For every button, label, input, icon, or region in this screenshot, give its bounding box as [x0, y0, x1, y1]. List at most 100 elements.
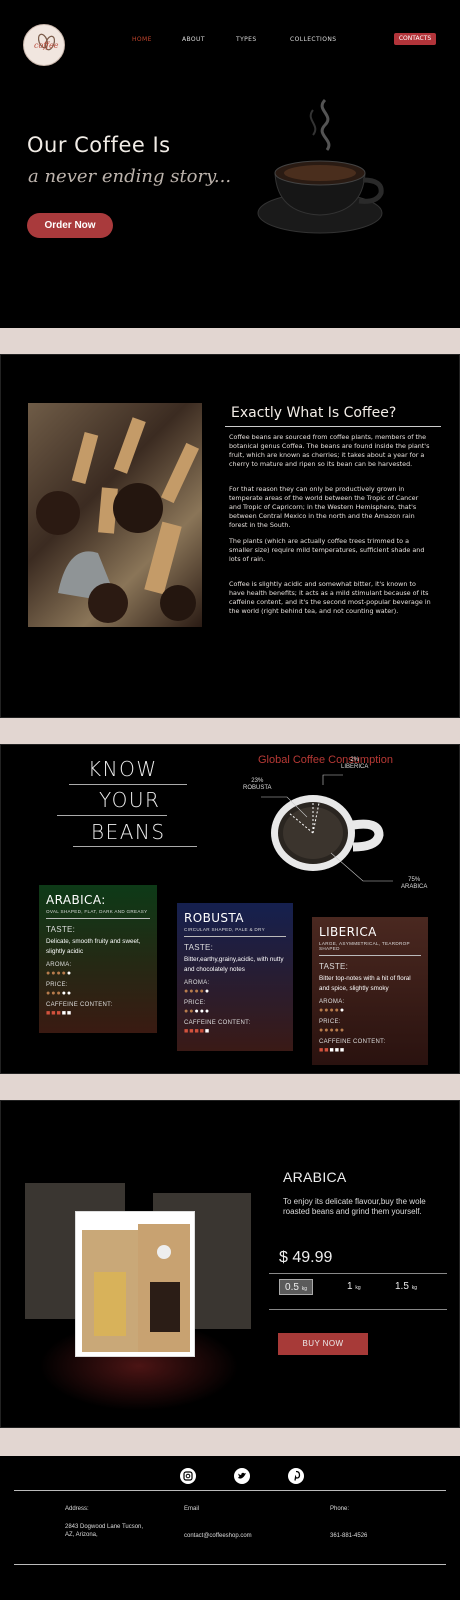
size-value: 1.5 — [395, 1281, 409, 1292]
card-title: ARABICA: — [46, 893, 106, 907]
taste-label: TASTE: — [184, 943, 214, 952]
hero-section: coffee HOME ABOUT TYPES COLLECTIONS CONT… — [0, 0, 460, 328]
footer: Address: 2843 Dogwood Lane Tucson, AZ, A… — [0, 1456, 460, 1600]
arabica-share: 75% ARABICA — [401, 877, 427, 891]
size-value: 1 — [347, 1281, 353, 1292]
phone-label: Phone: — [330, 1506, 350, 1512]
size-unit: kg — [355, 1285, 361, 1291]
pointer-liberica — [322, 774, 343, 785]
footer-divider — [14, 1564, 446, 1565]
about-title: Exactly What Is Coffee? — [231, 405, 397, 421]
size-option-selected[interactable]: 0.5 kg — [279, 1279, 313, 1295]
size-option[interactable]: 1 kg — [347, 1281, 361, 1292]
robusta-percent: 23% — [251, 778, 264, 784]
size-unit: kg — [301, 1286, 307, 1292]
robusta-share: 23% ROBUSTA — [243, 778, 272, 792]
caffeine-rating-icon: ■■■■■ — [319, 1047, 346, 1054]
nav-types[interactable]: TYPES — [236, 36, 257, 43]
caffeine-label: CAFFEINE CONTENT: — [319, 1039, 386, 1045]
caffeine-rating-icon: ■■■■■ — [184, 1028, 211, 1035]
card-shape: LARGE, ASYMMETRICAL, TEARDROP SHAPED — [319, 941, 421, 956]
heading-your: YOUR — [99, 788, 161, 812]
order-now-button[interactable]: Order Now — [27, 213, 113, 238]
caffeine-rating-icon: ■■■■■ — [46, 1010, 73, 1017]
contacts-button[interactable]: CONTACTS — [394, 33, 436, 45]
aroma-rating-icon: ●●●●● — [184, 988, 211, 995]
taste-label: TASTE: — [319, 962, 349, 971]
beans-section: KNOW YOUR BEANS Global Coffee Consumptio… — [0, 744, 460, 1074]
section-divider — [0, 328, 460, 354]
card-title: ROBUSTA — [184, 911, 244, 925]
liberica-percent: 2% — [350, 757, 359, 763]
bean-card-arabica[interactable]: ARABICA: OVAL SHAPED, FLAT, DARK AND GRE… — [39, 885, 157, 1033]
buy-now-button[interactable]: BUY NOW — [278, 1333, 368, 1355]
aroma-label: AROMA: — [46, 962, 72, 968]
logo-text: coffee — [34, 41, 59, 50]
caffeine-label: CAFFEINE CONTENT: — [184, 1020, 251, 1026]
about-paragraph: Coffee is slightly acidic and somewhat b… — [229, 580, 431, 615]
phone-value: 361-881-4526 — [330, 1533, 368, 1539]
aroma-rating-icon: ●●●●● — [46, 970, 73, 977]
price-rating-icon: ●●●●● — [319, 1027, 346, 1034]
nav-about[interactable]: ABOUT — [182, 36, 205, 43]
coffee-cup-image — [255, 85, 395, 245]
card-shape: CIRCULAR SHAPED, PALE & DRY — [184, 927, 286, 937]
size-divider — [269, 1309, 447, 1310]
address-value: 2843 Dogwood Lane Tucson, AZ, Arizona, — [65, 1524, 144, 1538]
taste-text: Bitter top-notes with a hit of floral an… — [319, 975, 411, 992]
instagram-icon[interactable] — [180, 1468, 196, 1484]
price-rating-icon: ●●●●● — [184, 1008, 211, 1015]
arabica-label: ARABICA — [401, 884, 428, 890]
email-link[interactable]: contact@coffeeshop.com — [184, 1532, 252, 1540]
about-paragraph: The plants (which are actually coffee tr… — [229, 537, 425, 563]
price-label: PRICE: — [184, 1000, 206, 1006]
aroma-rating-icon: ●●●●● — [319, 1007, 346, 1014]
card-shape: OVAL SHAPED, FLAT, DARK AND GREASY — [46, 909, 150, 919]
taste-text: Bitter,earthy,grainy,acidic, with nutty … — [184, 956, 284, 973]
heading-rule — [69, 784, 187, 785]
about-paragraph: Coffee beans are sourced from coffee pla… — [229, 433, 430, 468]
address-label: Address: — [65, 1506, 89, 1512]
card-title: LIBERICA — [319, 925, 377, 939]
bean-card-liberica[interactable]: LIBERICA LARGE, ASYMMETRICAL, TEARDROP S… — [312, 917, 428, 1065]
size-divider — [269, 1273, 447, 1274]
liberica-share: 2% LIBERICA — [341, 757, 368, 771]
hero-subtitle: a never ending story... — [28, 166, 232, 187]
heading-know: KNOW — [88, 757, 158, 781]
product-image — [75, 1211, 195, 1357]
price-rating-icon: ●●●●● — [46, 990, 73, 997]
coffee-sacks-image — [28, 403, 202, 627]
size-option[interactable]: 1.5 kg — [395, 1281, 417, 1292]
pinterest-icon[interactable] — [288, 1468, 304, 1484]
section-divider — [0, 718, 460, 744]
email-label: Email — [184, 1506, 200, 1512]
about-divider — [225, 426, 441, 427]
heading-rule — [73, 846, 197, 847]
robusta-label: ROBUSTA — [243, 785, 272, 791]
twitter-icon[interactable] — [234, 1468, 250, 1484]
nav-home[interactable]: HOME — [132, 36, 152, 43]
size-value: 0.5 — [285, 1282, 299, 1293]
aroma-label: AROMA: — [184, 980, 210, 986]
taste-label: TASTE: — [46, 925, 76, 934]
page: coffee HOME ABOUT TYPES COLLECTIONS CONT… — [0, 0, 460, 1600]
bean-card-robusta[interactable]: ROBUSTA CIRCULAR SHAPED, PALE & DRY TAST… — [177, 903, 293, 1051]
nav-collections[interactable]: COLLECTIONS — [290, 36, 336, 43]
product-section: ARABICA To enjoy its delicate flavour,bu… — [0, 1100, 460, 1428]
footer-divider — [14, 1490, 446, 1491]
heading-rule — [57, 815, 167, 816]
arabica-percent: 75% — [408, 877, 421, 883]
section-divider — [0, 1074, 460, 1100]
product-price: $ 49.99 — [279, 1249, 333, 1266]
liberica-label: LIBERICA — [341, 764, 369, 770]
aroma-label: AROMA: — [319, 999, 345, 1005]
section-divider — [0, 1428, 460, 1456]
caffeine-label: CAFFEINE CONTENT: — [46, 1002, 113, 1008]
about-section: Exactly What Is Coffee? Coffee beans are… — [0, 354, 460, 718]
heading-beans: BEANS — [91, 820, 166, 844]
product-description: To enjoy its delicate flavour,buy the wo… — [283, 1197, 426, 1216]
hero-title: Our Coffee Is — [27, 133, 171, 157]
product-title: ARABICA — [283, 1169, 347, 1185]
logo[interactable]: coffee — [23, 24, 65, 66]
about-paragraph: For that reason they can only be product… — [229, 485, 419, 529]
